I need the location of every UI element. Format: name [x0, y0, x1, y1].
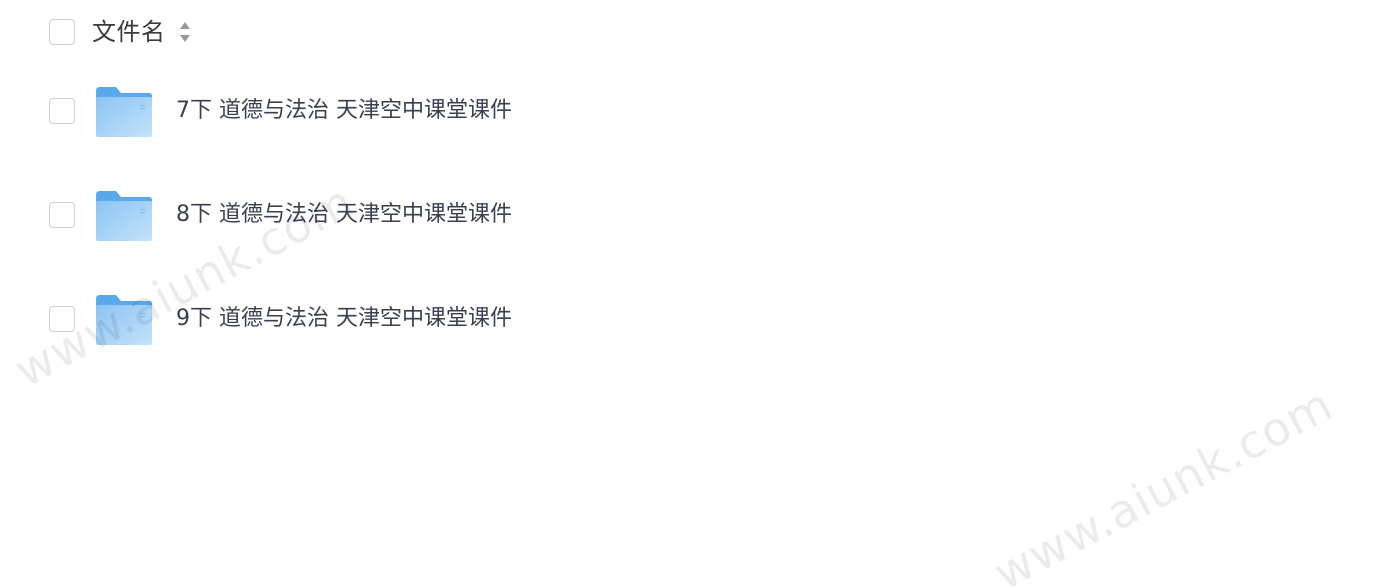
- file-name-link[interactable]: 8下 道德与法治 天津空中课堂课件: [176, 199, 512, 231]
- row-checkbox[interactable]: [49, 98, 75, 124]
- folder-icon: [96, 295, 152, 345]
- folder-icon: [96, 87, 152, 137]
- select-all-checkbox[interactable]: [49, 19, 75, 45]
- row-checkbox[interactable]: [49, 202, 75, 228]
- file-name-link[interactable]: 9下 道德与法治 天津空中课堂课件: [176, 303, 512, 335]
- file-name-link[interactable]: 7下 道德与法治 天津空中课堂课件: [176, 95, 512, 127]
- file-row[interactable]: 8下 道德与法治 天津空中课堂课件: [0, 184, 700, 248]
- folder-icon: [96, 191, 152, 241]
- file-row[interactable]: 7下 道德与法治 天津空中课堂课件: [0, 80, 700, 144]
- row-checkbox[interactable]: [49, 306, 75, 332]
- watermark: www.aiunk.com: [985, 376, 1342, 588]
- file-list-page: 文件名 7下 道德与法治 天津空中课堂课件 8下 道德与法治 天津空中课堂课件 …: [0, 0, 1384, 588]
- sort-icon[interactable]: [178, 20, 192, 44]
- file-row[interactable]: 9下 道德与法治 天津空中课堂课件: [0, 288, 700, 352]
- column-header-filename[interactable]: 文件名: [92, 14, 166, 50]
